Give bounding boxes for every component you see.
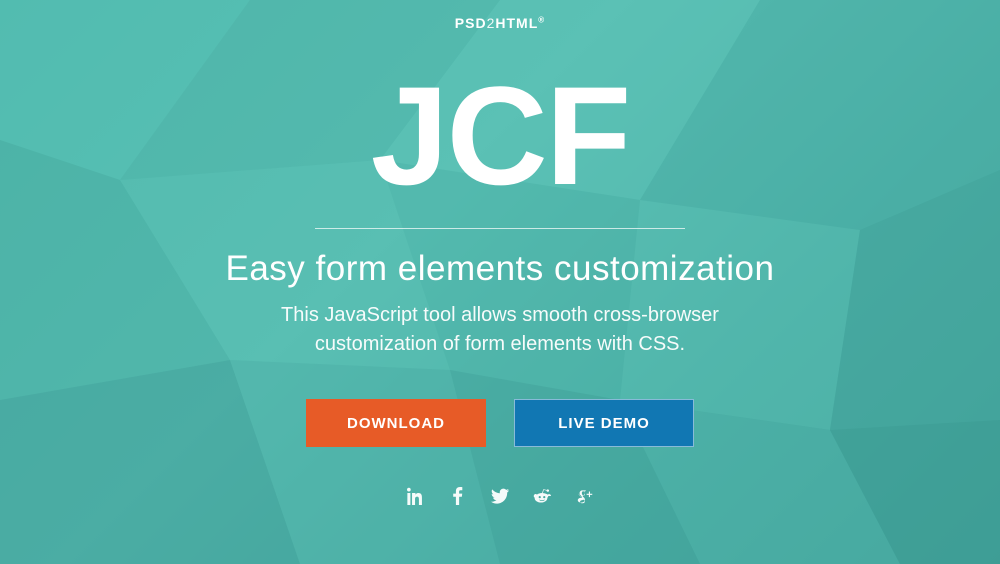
logo-divider [315,228,685,229]
facebook-icon[interactable] [449,487,467,505]
product-logo: JCF [371,66,629,206]
download-button[interactable]: DOWNLOAD [306,399,486,447]
googleplus-icon[interactable] [575,487,593,505]
live-demo-button[interactable]: LIVE DEMO [514,399,694,447]
brand-mid: 2 [487,15,496,31]
hero-section: PSD2HTML® JCF Easy form elements customi… [0,0,1000,564]
brand-left: PSD [455,15,487,31]
hero-content: PSD2HTML® JCF Easy form elements customi… [0,0,1000,564]
hero-description: This JavaScript tool allows smooth cross… [220,301,780,359]
twitter-icon[interactable] [491,487,509,505]
brand-logo[interactable]: PSD2HTML® [455,15,545,31]
reddit-icon[interactable] [533,487,551,505]
brand-mark: ® [538,15,545,24]
linkedin-icon[interactable] [407,487,425,505]
hero-tagline: Easy form elements customization [226,249,775,289]
brand-right: HTML [495,15,538,31]
cta-row: DOWNLOAD LIVE DEMO [306,399,694,447]
social-links [407,487,593,505]
